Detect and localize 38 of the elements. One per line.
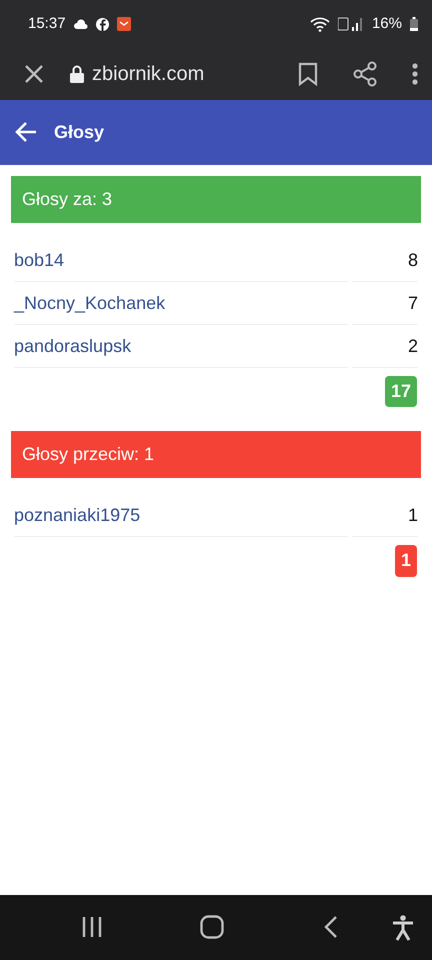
clock-text: 15:37 <box>28 14 66 34</box>
vote-count: 7 <box>352 282 418 325</box>
total-badge: 1 <box>394 545 417 577</box>
section-header: Głosy przeciw: 1 <box>11 431 421 478</box>
notification-icon <box>96 18 109 30</box>
back-arrow-icon <box>14 121 38 144</box>
user-link[interactable]: poznaniaki1975 <box>14 494 348 538</box>
signal-icon <box>338 17 364 31</box>
back-icon <box>324 915 338 940</box>
cloud-icon <box>74 19 88 29</box>
bookmark-icon <box>298 62 318 86</box>
wifi-icon <box>310 16 330 32</box>
vote-count: 8 <box>352 239 418 282</box>
share-icon <box>352 61 378 87</box>
section-header: Głosy za: 3 <box>11 176 421 223</box>
accessibility-button[interactable] <box>392 914 414 940</box>
user-link[interactable]: bob14 <box>14 239 348 282</box>
recent-apps-icon <box>80 916 104 938</box>
accessibility-icon <box>392 914 414 940</box>
home-icon <box>200 915 224 940</box>
url-text[interactable]: zbiornik.com <box>92 59 204 89</box>
share-button[interactable] <box>352 61 378 87</box>
total-badge: 17 <box>384 376 417 408</box>
recent-apps-button[interactable] <box>80 916 104 940</box>
user-link[interactable]: _Nocny_Kochanek <box>14 282 348 325</box>
more-icon <box>412 62 418 86</box>
menu-button[interactable] <box>412 62 418 86</box>
page-title: Głosy <box>54 121 104 144</box>
back-button[interactable] <box>324 915 338 940</box>
home-button[interactable] <box>200 915 224 940</box>
close-icon <box>24 64 44 84</box>
vote-count: 1 <box>352 494 418 538</box>
battery-icon <box>410 17 418 31</box>
vote-count: 2 <box>352 325 418 368</box>
user-link[interactable]: pandoraslupsk <box>14 325 348 368</box>
battery-text: 16% <box>372 14 402 34</box>
lock-icon <box>70 65 84 83</box>
bookmark-button[interactable] <box>298 62 318 86</box>
